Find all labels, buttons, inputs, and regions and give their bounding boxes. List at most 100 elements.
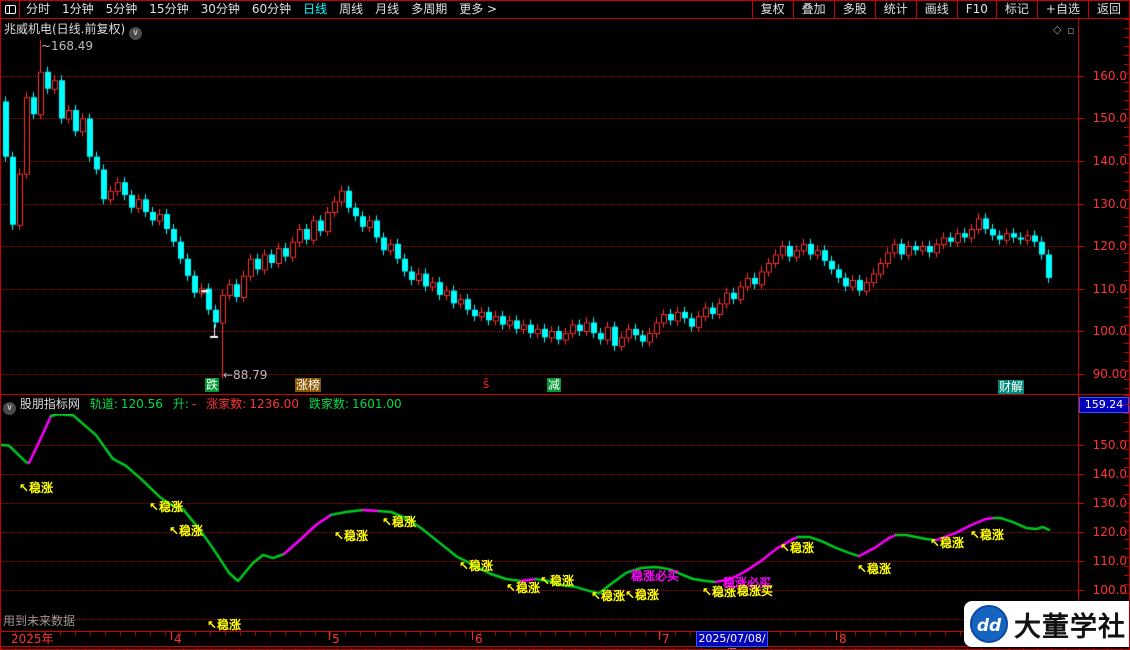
axis-label-150.0: 150.0 — [1092, 438, 1127, 452]
signal-label-15: ↖稳涨 — [857, 562, 892, 576]
trading-app-window: 分时 1分钟 5分钟 15分钟 30分钟 60分钟 日线 周线 月线 多周期 更多 > 复权 叠加 多股… — [0, 0, 1130, 650]
signal-label-4: ↖稳涨 — [382, 515, 417, 529]
watermark: dd 大董学社 — [964, 601, 1129, 647]
tool-button-6[interactable]: 标记 — [995, 1, 1037, 18]
ind-axis-minor-ticks — [1124, 395, 1129, 630]
chart-title: 兆威机电(日线.前复权) ∨ — [4, 22, 143, 40]
period-tab-3[interactable]: 15分钟 — [143, 1, 194, 18]
indicator-field-label-1: 升: — [172, 397, 189, 411]
indicator-fields: 轨道: 120.56 升: - 涨家数: 1236.00 跌家数: 1601.00 — [80, 397, 402, 411]
month-label-7: 7 — [662, 632, 670, 646]
signal-label-10: 稳涨必买 — [631, 569, 680, 583]
chart-title-text: 兆威机电(日线.前复权) — [4, 22, 126, 36]
signal-label-16: ↖稳涨 — [930, 536, 965, 550]
layout-icon[interactable] — [1, 1, 20, 18]
signal-label-2: ↖稳涨 — [169, 524, 204, 538]
axis-label-160.0: 160.0 — [1092, 69, 1127, 83]
signal-label-3: ↖稳涨 — [334, 529, 369, 543]
cursor-date-box: 2025/07/08/二 — [696, 631, 768, 649]
axis-label-110.0: 110.0 — [1092, 554, 1127, 568]
event-badge-跌[interactable]: 跌 — [205, 378, 220, 392]
axis-tick — [1078, 76, 1084, 77]
axis-tick — [1078, 503, 1084, 504]
signal-label-7: ↖稳涨 — [540, 574, 575, 588]
month-tick-8 — [836, 631, 837, 640]
diamond-icon[interactable]: ◇ — [1053, 23, 1061, 36]
tool-button-0[interactable]: 复权 — [751, 1, 793, 18]
indicator-field-value-0: 120.56 — [120, 397, 163, 411]
period-tab-6[interactable]: 日线 — [297, 1, 333, 18]
year-label: 2025年 — [11, 632, 54, 646]
month-tick-6 — [472, 631, 473, 640]
axis-separator-line — [1078, 19, 1079, 630]
period-tab-4[interactable]: 30分钟 — [195, 1, 246, 18]
month-tick-7 — [659, 631, 660, 640]
period-tab-2[interactable]: 5分钟 — [100, 1, 144, 18]
watermark-logo-icon: dd — [970, 605, 1008, 643]
period-tab-5[interactable]: 60分钟 — [246, 1, 297, 18]
axis-tick — [1078, 118, 1084, 119]
tool-button-1[interactable]: 叠加 — [792, 1, 834, 18]
chevron-down-icon[interactable]: ∨ — [3, 402, 16, 415]
axis-label-90.00: 90.00 — [1092, 367, 1127, 381]
watermark-text: 大董学社 — [1014, 611, 1126, 643]
period-tab-1[interactable]: 1分钟 — [56, 1, 100, 18]
indicator-field-label-0: 轨道: — [89, 397, 118, 411]
indicator-field-value-3: 1601.00 — [352, 397, 402, 411]
axis-tick — [1078, 532, 1084, 533]
period-tab-7[interactable]: 周线 — [333, 1, 369, 18]
tool-button-3[interactable]: 统计 — [874, 1, 916, 18]
event-badge-减[interactable]: 减 — [547, 378, 562, 392]
signal-label-9: ↖稳涨 — [625, 588, 660, 602]
tool-button-2[interactable]: 多股 — [833, 1, 875, 18]
month-tick-4 — [171, 631, 172, 640]
signal-label-13: 稳涨买 — [737, 584, 774, 598]
axis-tick — [1078, 445, 1084, 446]
month-label-8: 8 — [839, 632, 847, 646]
month-tick-5 — [329, 631, 330, 640]
signal-label-6: ↖稳涨 — [506, 581, 541, 595]
signal-label-0: ↖稳涨 — [19, 481, 54, 495]
main-chart-canvas[interactable] — [1, 19, 1078, 394]
indicator-header: ∨ 股朋指标网 轨道: 120.56 升: - 涨家数: 1236.00 跌家数: 1601.0… — [3, 397, 402, 415]
period-tab-10[interactable]: 更多 > — [453, 1, 503, 18]
axis-tick — [1078, 590, 1084, 591]
chevron-down-icon[interactable]: ∨ — [129, 27, 143, 40]
axis-tick — [1078, 289, 1084, 290]
month-label-4: 4 — [174, 632, 182, 646]
low-price-annotation: ←88.79 — [223, 368, 268, 382]
square-icon[interactable]: ▫ — [1067, 24, 1074, 37]
pane-divider — [1, 394, 1129, 395]
period-tab-9[interactable]: 多周期 — [405, 1, 453, 18]
axis-label-140.0: 140.0 — [1092, 467, 1127, 481]
indicator-source: 股朋指标网 — [19, 397, 80, 411]
axis-tick — [1078, 246, 1084, 247]
tool-button-8[interactable]: 返回 — [1087, 1, 1129, 18]
axis-label-110.0: 110.0 — [1092, 282, 1127, 296]
axis-tick — [1078, 374, 1084, 375]
axis-label-130.0: 130.0 — [1092, 197, 1127, 211]
axis-label-120.0: 120.0 — [1092, 239, 1127, 253]
tool-button-7[interactable]: +自选 — [1036, 1, 1088, 18]
period-tab-0[interactable]: 分时 — [20, 1, 56, 18]
month-label-5: 5 — [332, 632, 340, 646]
event-badge-涨榜[interactable]: 涨榜 — [295, 378, 322, 392]
tool-buttons: 复权 叠加 多股 统计 画线 F10 标记 +自选 返回 — [751, 1, 1129, 18]
event-badge-财解[interactable]: 财解 — [998, 380, 1025, 394]
period-tab-8[interactable]: 月线 — [369, 1, 405, 18]
axis-tick — [1078, 161, 1084, 162]
event-badge-ŝ[interactable]: ŝ — [482, 377, 490, 391]
tool-button-4[interactable]: 画线 — [915, 1, 957, 18]
indicator-field-value-1: - — [191, 397, 197, 411]
axis-label-150.0: 150.0 — [1092, 111, 1127, 125]
indicator-chart-canvas[interactable] — [1, 414, 1078, 629]
tool-button-5[interactable]: F10 — [956, 1, 996, 18]
axis-tick — [1078, 474, 1084, 475]
indicator-field-value-2: 1236.00 — [249, 397, 299, 411]
axis-label-130.0: 130.0 — [1092, 496, 1127, 510]
main-axis-minor-ticks — [1124, 19, 1129, 394]
future-data-warning: 用到未来数据 — [3, 614, 76, 628]
axis-label-140.0: 140.0 — [1092, 154, 1127, 168]
split-window-icon — [4, 5, 16, 14]
